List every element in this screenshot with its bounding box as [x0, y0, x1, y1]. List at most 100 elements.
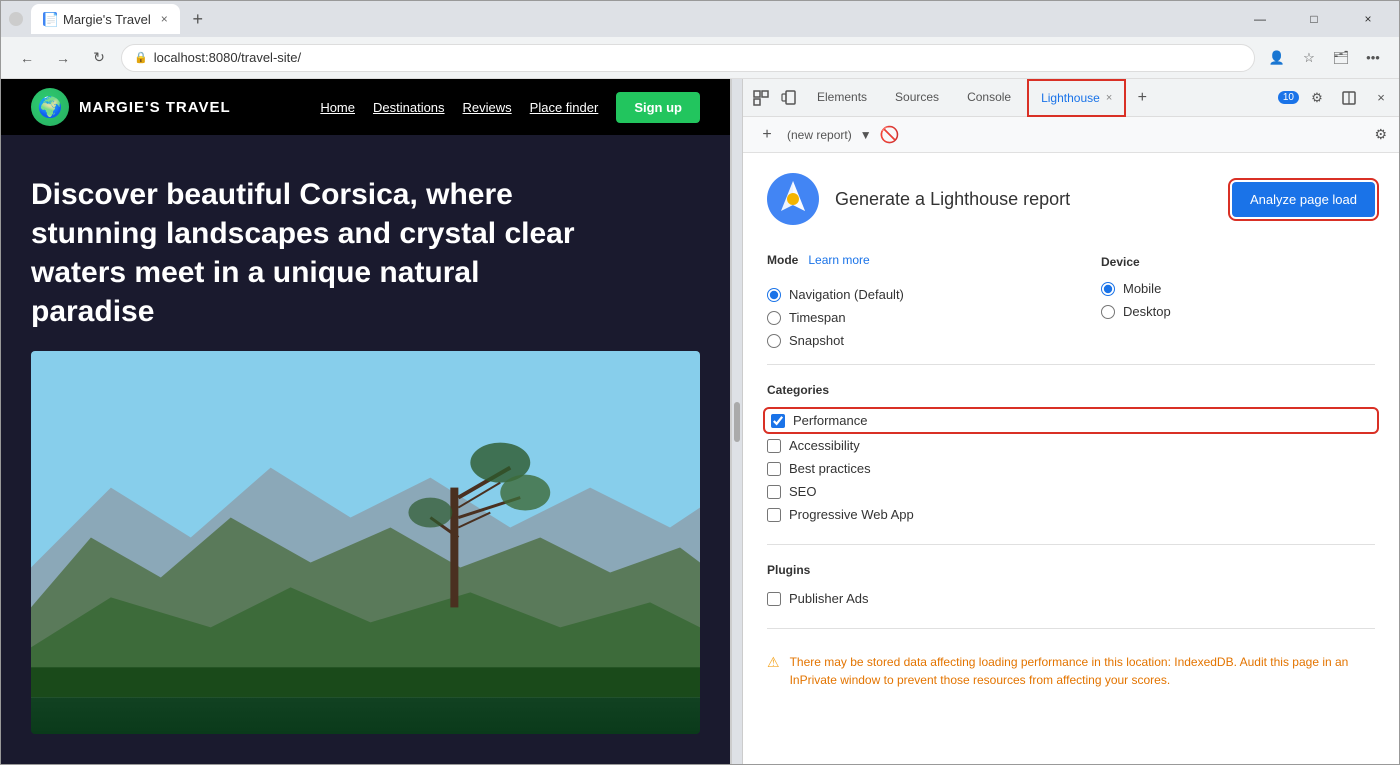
hero-section: Discover beautiful Corsica, where stunni… — [1, 135, 730, 351]
device-mobile[interactable]: Mobile — [1101, 281, 1375, 296]
warning-message: ⚠ There may be stored data affecting loa… — [767, 645, 1375, 697]
mode-navigation-radio[interactable] — [767, 288, 781, 302]
category-performance-label: Performance — [793, 413, 867, 428]
lighthouse-logo — [767, 173, 819, 225]
inspect-icon — [753, 90, 769, 106]
tab-elements[interactable]: Elements — [803, 79, 881, 117]
close-btn[interactable]: × — [1345, 3, 1391, 35]
logo-globe-icon: 🌍 — [31, 88, 69, 126]
category-pwa-checkbox[interactable] — [767, 508, 781, 522]
new-panel-btn[interactable]: + — [1128, 84, 1156, 112]
categories-section: Categories Performance Accessibility — [767, 381, 1375, 522]
titlebar: 📄 Margie's Travel × + — □ × — [1, 1, 1399, 37]
nav-link-home[interactable]: Home — [320, 100, 355, 115]
device-toolbar-btn[interactable] — [775, 84, 803, 112]
tab-sources[interactable]: Sources — [881, 79, 953, 117]
warning-icon: ⚠ — [767, 654, 780, 689]
category-accessibility-checkbox[interactable] — [767, 439, 781, 453]
collections-btn[interactable]: 🗂 — [1327, 44, 1355, 72]
lighthouse-title: Generate a Lighthouse report — [835, 189, 1216, 210]
mode-timespan[interactable]: Timespan — [767, 310, 1041, 325]
devtools-secondary-bar: + (new report) ▼ 🚫 ⚙ — [743, 117, 1399, 153]
content-area: 🌍 MARGIE'S TRAVEL Home Destinations Revi… — [1, 79, 1399, 764]
refresh-btn[interactable]: ↻ — [85, 44, 113, 72]
tab-lighthouse-close[interactable]: × — [1106, 92, 1112, 104]
nav-link-destinations[interactable]: Destinations — [373, 100, 445, 115]
mode-section: Mode Learn more Navigation (Default) Tim… — [767, 253, 1041, 348]
devtools-dock-btn[interactable] — [1335, 84, 1363, 112]
address-actions: 👤 ☆ 🗂 ••• — [1263, 44, 1387, 72]
category-seo[interactable]: SEO — [767, 484, 1375, 499]
window-controls: — □ × — [1237, 3, 1391, 35]
tab-title: Margie's Travel — [63, 12, 151, 27]
category-pwa[interactable]: Progressive Web App — [767, 507, 1375, 522]
device-label: Device — [1101, 255, 1140, 269]
mode-navigation[interactable]: Navigation (Default) — [767, 287, 1041, 302]
divider-2 — [767, 544, 1375, 545]
device-desktop[interactable]: Desktop — [1101, 304, 1375, 319]
hero-heading: Discover beautiful Corsica, where stunni… — [31, 175, 611, 331]
mode-snapshot[interactable]: Snapshot — [767, 333, 1041, 348]
signup-btn[interactable]: Sign up — [616, 92, 700, 123]
category-best-practices-checkbox[interactable] — [767, 462, 781, 476]
category-accessibility[interactable]: Accessibility — [767, 438, 1375, 453]
plugins-label: Plugins — [767, 563, 810, 577]
more-btn[interactable]: ••• — [1359, 44, 1387, 72]
categories-label: Categories — [767, 383, 829, 397]
minimize-btn[interactable]: — — [1237, 3, 1283, 35]
tab-favicon: 📄 — [43, 12, 57, 26]
category-seo-label: SEO — [789, 484, 816, 499]
learn-more-link[interactable]: Learn more — [808, 253, 869, 267]
warning-text: There may be stored data affecting loadi… — [790, 653, 1375, 689]
plugin-publisher-ads[interactable]: Publisher Ads — [767, 591, 1375, 606]
mode-radio-group: Navigation (Default) Timespan Snapshot — [767, 287, 1041, 348]
tab-close-btn[interactable]: × — [161, 12, 168, 26]
device-desktop-label: Desktop — [1123, 304, 1171, 319]
nav-link-reviews[interactable]: Reviews — [463, 100, 512, 115]
device-icon — [781, 90, 797, 106]
add-report-btn[interactable]: + — [755, 123, 779, 147]
devtools-settings-btn[interactable]: ⚙ — [1303, 84, 1331, 112]
profile-btn[interactable]: 👤 — [1263, 44, 1291, 72]
category-performance[interactable]: Performance — [767, 411, 1375, 430]
category-performance-checkbox[interactable] — [771, 414, 785, 428]
addressbar: ← → ↻ 🔒 localhost:8080/travel-site/ 👤 ☆ … — [1, 37, 1399, 79]
new-tab-btn[interactable]: + — [184, 5, 212, 33]
tab-lighthouse-label: Lighthouse — [1041, 91, 1100, 105]
plugins-checkbox-group: Publisher Ads — [767, 591, 1375, 606]
tab-console[interactable]: Console — [953, 79, 1025, 117]
plugin-publisher-ads-checkbox[interactable] — [767, 592, 781, 606]
favorites-btn[interactable]: ☆ — [1295, 44, 1323, 72]
device-desktop-radio[interactable] — [1101, 305, 1115, 319]
tab-sources-label: Sources — [895, 90, 939, 104]
device-section: Device Mobile Desktop — [1101, 253, 1375, 348]
category-seo-checkbox[interactable] — [767, 485, 781, 499]
scroll-handle — [734, 402, 740, 442]
forward-btn[interactable]: → — [49, 44, 77, 72]
clear-btn[interactable]: 🚫 — [880, 125, 900, 145]
devtools-close-btn[interactable]: × — [1367, 84, 1395, 112]
mode-snapshot-radio[interactable] — [767, 334, 781, 348]
mode-timespan-label: Timespan — [789, 310, 846, 325]
browser-tab[interactable]: 📄 Margie's Travel × — [31, 4, 180, 34]
panel-divider[interactable] — [731, 79, 743, 764]
report-dropdown-btn[interactable]: ▼ — [860, 128, 872, 142]
site-logo: 🌍 MARGIE'S TRAVEL — [31, 88, 231, 126]
tab-lighthouse[interactable]: Lighthouse × — [1027, 79, 1126, 117]
inspect-element-btn[interactable] — [747, 84, 775, 112]
address-field[interactable]: 🔒 localhost:8080/travel-site/ — [121, 44, 1255, 72]
mode-snapshot-label: Snapshot — [789, 333, 844, 348]
tab-console-label: Console — [967, 90, 1011, 104]
mode-timespan-radio[interactable] — [767, 311, 781, 325]
category-pwa-label: Progressive Web App — [789, 507, 914, 522]
category-best-practices[interactable]: Best practices — [767, 461, 1375, 476]
lock-icon: 🔒 — [134, 51, 148, 64]
nav-link-placefinder[interactable]: Place finder — [530, 100, 599, 115]
lighthouse-settings-btn[interactable]: ⚙ — [1374, 126, 1387, 143]
device-mobile-radio[interactable] — [1101, 282, 1115, 296]
back-btn[interactable]: ← — [13, 44, 41, 72]
analyze-page-btn[interactable]: Analyze page load — [1232, 182, 1375, 217]
devtools-panel: Elements Sources Console Lighthouse × + — [743, 79, 1399, 764]
dock-icon — [1342, 91, 1356, 105]
maximize-btn[interactable]: □ — [1291, 3, 1337, 35]
